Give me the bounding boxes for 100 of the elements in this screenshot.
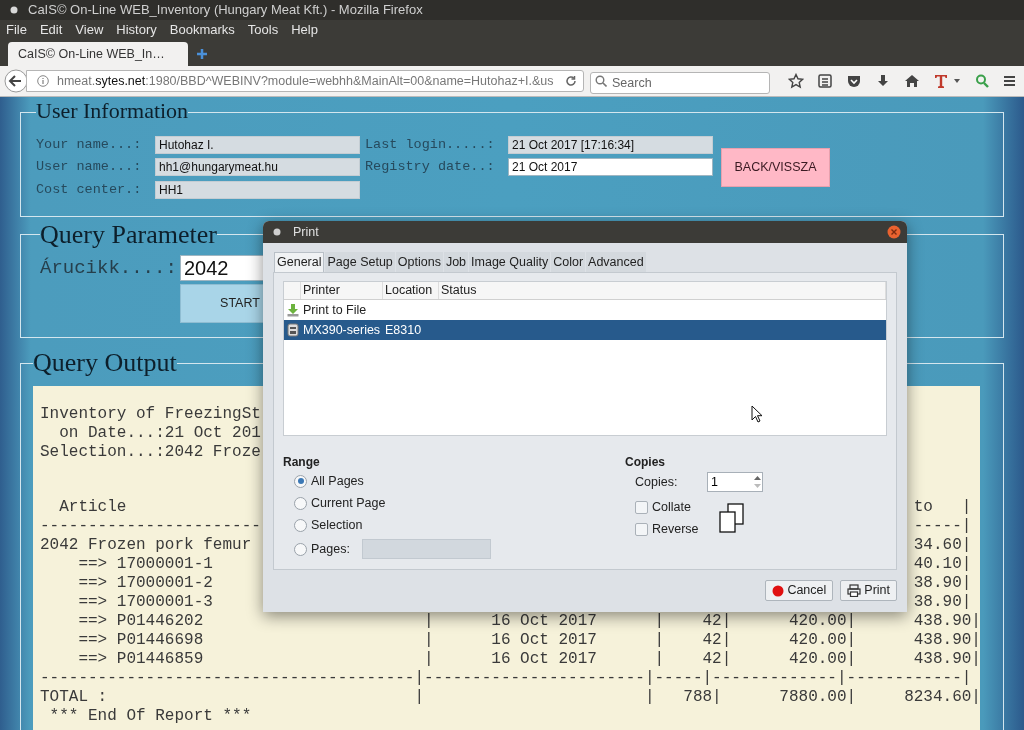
- menu-item[interactable]: History: [116, 20, 157, 40]
- reload-icon[interactable]: [565, 75, 577, 87]
- window-dot-icon: [273, 228, 281, 236]
- radio-button[interactable]: [294, 474, 307, 488]
- menu-item[interactable]: Tools: [247, 20, 279, 40]
- option-label: All Pages: [311, 472, 364, 490]
- menu-item[interactable]: View: [75, 20, 104, 40]
- menu-item[interactable]: Help: [291, 20, 318, 40]
- report-line: Selection...:2042 Froze: [40, 443, 261, 463]
- stop-icon: [772, 584, 785, 597]
- mouse-cursor-icon: [751, 405, 763, 423]
- report-line: Inventory of FreezingSt: [40, 405, 261, 425]
- option-label: Pages:: [311, 540, 350, 558]
- printer-icon: [286, 323, 299, 337]
- report-line: on Date...:21 Oct 201: [58, 424, 261, 444]
- column-header[interactable]: Location: [383, 282, 439, 299]
- report-line: ==> P01446202 | 16 Oct 2017 | 42| 420.00| 438.90|: [77, 612, 981, 632]
- dialog-tab[interactable]: Color: [551, 252, 586, 272]
- report-line: ==> P01446698 | 16 Oct 2017 | 42| 420.00| 438.90|: [77, 631, 981, 651]
- collate-pages-icon: [718, 503, 745, 533]
- option-label: Current Page: [311, 494, 386, 512]
- report-line: Article: [58, 498, 127, 518]
- group-title: Range: [283, 454, 321, 470]
- report-line: ==> P01446859 | 16 Oct 2017 | 42| 420.00| 438.90|: [77, 650, 981, 670]
- report-line: *** End Of Report ***: [48, 707, 252, 727]
- printer-row[interactable]: MX390-series E8310: [284, 320, 886, 340]
- field-label: Copies:: [635, 473, 679, 491]
- section-title: Query Parameter: [40, 219, 217, 249]
- dialog-tab[interactable]: Job: [443, 252, 469, 272]
- menu-item[interactable]: File: [6, 20, 27, 40]
- text-tool-icon[interactable]: [933, 73, 949, 89]
- printer-list[interactable]: Printer Location Status Print to File MX390-series E8310: [283, 281, 887, 436]
- printer-name: MX390-series: [302, 321, 382, 339]
- report-line: to |: [913, 498, 972, 518]
- report-line: 34.60|: [913, 536, 972, 556]
- field-label: User name...:: [36, 158, 143, 177]
- menu-item[interactable]: Bookmarks: [169, 20, 235, 40]
- printer-icon: [847, 584, 862, 597]
- cancel-button[interactable]: Cancel: [765, 580, 834, 601]
- report-line: -----|: [913, 517, 972, 537]
- url-text: hmeat.sytes.net:1980/BBD^WEBINV?module=webhh&MainAlt=00&name=Hutohaz+I.&us: [57, 72, 555, 90]
- copies-spinbox[interactable]: 1: [707, 472, 763, 492]
- dialog-title: Print: [293, 223, 320, 241]
- file-printer-icon: [286, 303, 299, 317]
- option-label: Selection: [311, 516, 363, 534]
- back-button[interactable]: BACK/VISSZA: [721, 147, 830, 187]
- spin-arrows-icon[interactable]: [753, 474, 762, 490]
- section-title: User Information: [36, 98, 189, 123]
- pages-field[interactable]: [361, 539, 491, 559]
- report-line: 38.90|: [913, 593, 972, 613]
- field-label: Árucikk....:: [40, 255, 178, 281]
- report-line: ---------------------------------------|-----------------------|-----|-------------|------------|: [40, 669, 972, 689]
- radio-button[interactable]: [294, 542, 307, 556]
- report-line: 2042 Frozen pork femur: [40, 536, 252, 556]
- report-line: 38.90|: [913, 574, 972, 594]
- print-button[interactable]: Print: [840, 580, 897, 601]
- dialog-tab[interactable]: Advanced: [586, 252, 646, 272]
- magnifier-icon[interactable]: [974, 73, 990, 89]
- menu-icon[interactable]: [1003, 73, 1015, 89]
- group-title: Copies: [625, 454, 666, 470]
- address-bar[interactable]: hmeat.sytes.net:1980/BBD^WEBINV?module=webhh&MainAlt=00&name=Hutohaz+I.&us: [26, 70, 584, 92]
- radio-button[interactable]: [294, 518, 307, 532]
- reading-list-icon[interactable]: [817, 73, 833, 89]
- section-title: Query Output: [33, 348, 177, 378]
- new-tab-icon[interactable]: [196, 48, 208, 60]
- window-dot-icon: [10, 6, 18, 14]
- pocket-icon[interactable]: [846, 73, 862, 89]
- window-title: CaIS© On-Line WEB_Inventory (Hungary Meat Kft.) - Mozilla Firefox: [28, 1, 423, 20]
- home-icon[interactable]: [904, 73, 920, 89]
- dialog-tab[interactable]: Page Setup: [325, 252, 395, 272]
- report-line: ==> 17000001-2: [77, 574, 213, 594]
- field-label: Your name...:: [36, 136, 143, 154]
- dialog-tab[interactable]: Image Quality: [469, 252, 551, 272]
- field-label: Cost center.:: [36, 180, 143, 199]
- report-line: ==> 17000001-1: [77, 555, 213, 575]
- report-line: TOTAL : | | 788| 7880.00| 8234.60|: [40, 688, 981, 708]
- column-header[interactable]: Printer: [301, 282, 383, 299]
- checkbox-label: Reverse: [652, 520, 699, 538]
- info-icon[interactable]: [37, 75, 49, 87]
- browser-tab[interactable]: CaIS© On-Line WEB_In…: [8, 42, 188, 66]
- radio-button[interactable]: [294, 496, 307, 510]
- text-field[interactable]: 21 Oct 2017: [508, 158, 713, 177]
- printer-name: Print to File: [302, 301, 368, 319]
- checkbox-label: Collate: [652, 498, 691, 516]
- column-header[interactable]: Status: [439, 282, 886, 299]
- report-line: ==> 17000001-3: [77, 593, 213, 613]
- report-line: -----------------------: [40, 517, 261, 537]
- star-icon[interactable]: [788, 73, 804, 89]
- menu-item[interactable]: Edit: [39, 20, 63, 40]
- search-field[interactable]: Search: [590, 72, 770, 94]
- search-icon: [595, 75, 607, 87]
- field-label: Last login.....:: [365, 136, 496, 154]
- dialog-tab[interactable]: Options: [395, 252, 443, 272]
- field-label: Registry date..:: [365, 158, 496, 177]
- checkbox[interactable]: [635, 522, 648, 536]
- checkbox[interactable]: [635, 500, 648, 514]
- dialog-tab[interactable]: General: [274, 252, 325, 272]
- back-button[interactable]: [4, 69, 28, 93]
- printer-location: E8310: [384, 321, 423, 339]
- close-icon[interactable]: [887, 225, 901, 239]
